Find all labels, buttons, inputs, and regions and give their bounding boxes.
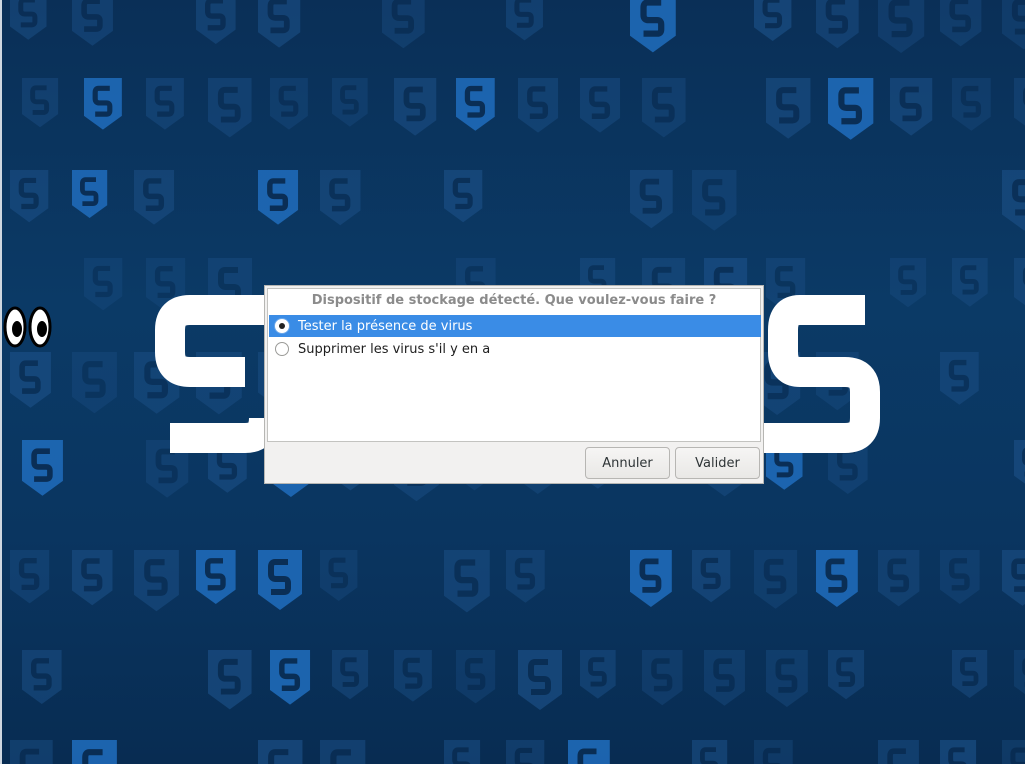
option-label: Supprimer les virus s'il y en a — [298, 341, 491, 357]
ok-button[interactable]: Valider — [675, 447, 760, 479]
option-label: Tester la présence de virus — [298, 318, 473, 334]
eyes-icon — [3, 306, 52, 348]
option-scan-viruses[interactable]: Tester la présence de virus — [269, 315, 761, 337]
radio-selected-icon[interactable] — [275, 319, 289, 333]
storage-device-dialog: Dispositif de stockage détecté. Que voul… — [264, 285, 764, 484]
option-remove-viruses[interactable]: Supprimer les virus s'il y en a — [269, 338, 763, 360]
action-list: Dispositif de stockage détecté. Que voul… — [267, 288, 761, 442]
cancel-button[interactable]: Annuler — [585, 447, 670, 479]
radio-unselected-icon[interactable] — [275, 342, 289, 356]
logo-letter-s-right — [764, 295, 880, 453]
logo-letter-s-left — [155, 295, 279, 453]
dialog-title: Dispositif de stockage détecté. Que voul… — [311, 293, 717, 308]
